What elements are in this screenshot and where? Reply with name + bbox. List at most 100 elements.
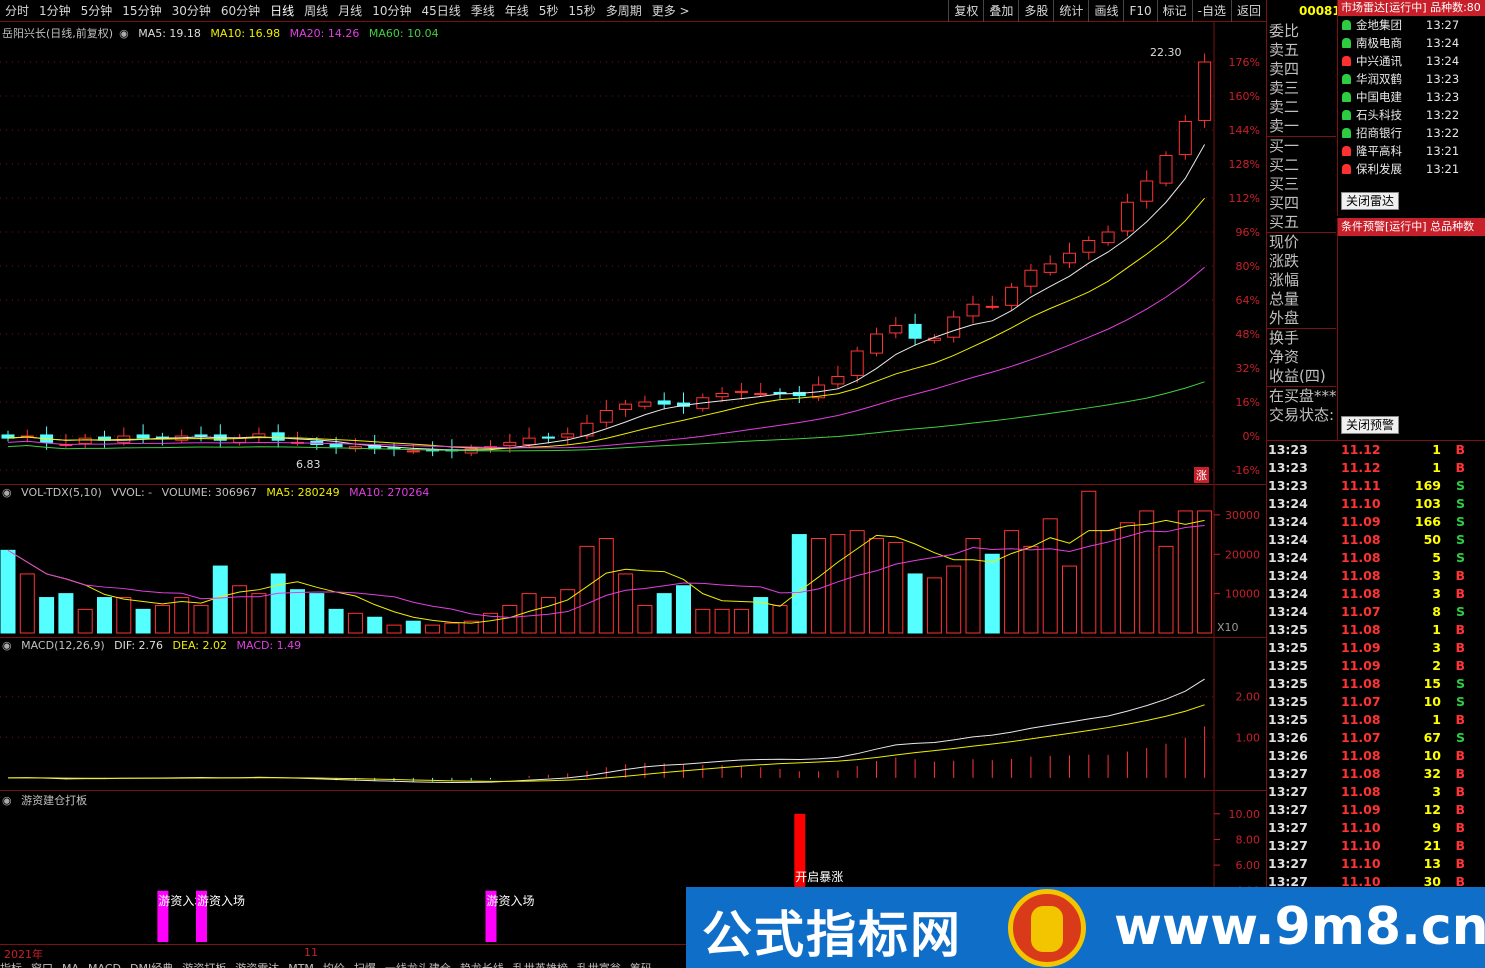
indicator-tab[interactable]: DMI经典 (130, 962, 173, 968)
candle-body[interactable] (947, 316, 961, 338)
volume-bar[interactable] (154, 604, 170, 634)
tool-tab[interactable]: 标记 (1156, 0, 1192, 22)
indicator-tab[interactable]: 乱世英雄榜 (513, 962, 568, 968)
volume-bar[interactable] (39, 597, 55, 634)
candle-body[interactable] (503, 441, 517, 447)
candlestick-chart[interactable]: 176% 160% 144% 128% 112% 96% 80% 64% 48% 32% 16% 0%… (0, 22, 1266, 484)
volume-bar[interactable] (270, 573, 286, 634)
candle-body[interactable] (271, 432, 285, 441)
radar-row[interactable]: 中国电建 13:23 (1338, 88, 1485, 106)
volume-bar[interactable] (77, 608, 93, 634)
volume-bar[interactable] (116, 597, 132, 634)
volume-bar[interactable] (367, 616, 383, 634)
period-tab[interactable]: 15分钟 (117, 0, 166, 22)
radar-row[interactable]: 华润双鹤 13:23 (1338, 70, 1485, 88)
volume-bar[interactable] (405, 620, 421, 634)
period-tab[interactable]: 分时 (0, 0, 34, 22)
indicator-tab[interactable]: 乱世富翁 (577, 962, 621, 968)
volume-bar[interactable] (984, 553, 1000, 634)
candle-body[interactable] (831, 376, 845, 385)
volume-bar[interactable] (733, 608, 749, 634)
candle-body[interactable] (1198, 61, 1212, 121)
period-tab[interactable]: 更多 > (647, 0, 695, 22)
volume-bar[interactable] (1081, 490, 1097, 634)
indicator-tab[interactable]: 扫爆 (354, 962, 376, 968)
radar-row[interactable]: 南极电商 13:24 (1338, 34, 1485, 52)
volume-bar[interactable] (425, 624, 441, 634)
candle-body[interactable] (1024, 269, 1038, 287)
candle-body[interactable] (985, 305, 999, 308)
volume-bar[interactable] (290, 589, 305, 634)
volume-bar[interactable] (869, 538, 884, 634)
volume-bar[interactable] (1177, 510, 1193, 634)
volume-bar[interactable] (598, 538, 614, 634)
volume-bar[interactable] (1100, 530, 1116, 634)
volume-bar[interactable] (676, 585, 691, 634)
indicator-tab[interactable]: MACD (88, 962, 121, 968)
tool-tab[interactable]: -自选 (1191, 0, 1231, 22)
candle-body[interactable] (734, 390, 748, 393)
period-tab[interactable]: 周线 (299, 0, 333, 22)
period-tab[interactable]: 60分钟 (216, 0, 265, 22)
indicator-tab[interactable]: 筹码 (630, 962, 652, 968)
period-tab[interactable]: 45日线 (416, 0, 465, 22)
volume-bar[interactable] (811, 538, 827, 634)
period-tab[interactable]: 多周期 (601, 0, 647, 22)
close-radar-button[interactable]: 关闭雷达 (1341, 192, 1400, 210)
candle-body[interactable] (657, 400, 671, 405)
volume-bar[interactable] (212, 565, 228, 634)
tool-tab[interactable]: 复权 (948, 0, 983, 22)
volume-bar[interactable] (58, 593, 74, 634)
macd-chart[interactable]: 2.00 1.00 (0, 638, 1266, 790)
candle-body[interactable] (194, 434, 208, 437)
candle-body[interactable] (136, 434, 150, 439)
volume-bar[interactable] (695, 608, 711, 634)
candle-body[interactable] (1178, 121, 1192, 155)
radar-row[interactable]: 隆平高科 13:21 (1338, 142, 1485, 160)
candle-body[interactable] (1043, 263, 1057, 273)
volume-bar[interactable] (251, 593, 267, 634)
volume-bar[interactable] (135, 608, 151, 634)
volume-bar[interactable] (174, 597, 190, 634)
period-tab[interactable]: 月线 (333, 0, 367, 22)
volume-bar[interactable] (618, 573, 634, 634)
volume-bar[interactable] (907, 573, 923, 634)
candle-body[interactable] (522, 437, 536, 445)
indicator-tab[interactable]: MA (62, 962, 79, 968)
tool-tab[interactable]: 多股 (1018, 0, 1053, 22)
candle-body[interactable] (1101, 231, 1115, 244)
volume-bar[interactable] (444, 622, 460, 634)
indicator-tab[interactable]: 指标 (0, 962, 22, 968)
close-alert-button[interactable]: 关闭预警 (1341, 416, 1400, 434)
volume-bar[interactable] (347, 612, 363, 634)
volume-bar[interactable] (946, 565, 962, 634)
candle-body[interactable] (1140, 180, 1154, 202)
candle-body[interactable] (754, 393, 768, 395)
volume-bar[interactable] (791, 534, 807, 634)
candle-body[interactable] (561, 433, 575, 438)
tool-tab[interactable]: 叠加 (983, 0, 1018, 22)
period-tab[interactable]: 5秒 (534, 0, 564, 22)
period-tab[interactable]: 年线 (500, 0, 534, 22)
indicator-tab[interactable]: 游资打板 (182, 962, 226, 968)
volume-bar[interactable] (1197, 510, 1213, 634)
volume-bar[interactable] (1139, 510, 1155, 634)
volume-bar[interactable] (540, 597, 556, 634)
candle-body[interactable] (715, 393, 729, 398)
volume-bar[interactable] (656, 593, 672, 634)
radar-row[interactable]: 石头科技 13:22 (1338, 106, 1485, 124)
volume-bar[interactable] (1158, 545, 1174, 634)
volume-bar[interactable] (714, 608, 730, 634)
candle-body[interactable] (78, 437, 92, 444)
volume-bar[interactable] (19, 573, 35, 634)
radar-row[interactable]: 金地集团 13:27 (1338, 16, 1485, 34)
volume-bar[interactable] (386, 624, 402, 634)
volume-bar[interactable] (1119, 522, 1135, 634)
period-tab[interactable]: 30分钟 (167, 0, 216, 22)
indicator-tab[interactable]: 一线龙头建仓 (385, 962, 451, 968)
candle-body[interactable] (1082, 240, 1096, 253)
candle-body[interactable] (870, 333, 883, 354)
candle-body[interactable] (850, 350, 864, 376)
indicator-tab[interactable]: 窗口 (31, 962, 53, 968)
volume-bar[interactable] (1062, 565, 1077, 634)
